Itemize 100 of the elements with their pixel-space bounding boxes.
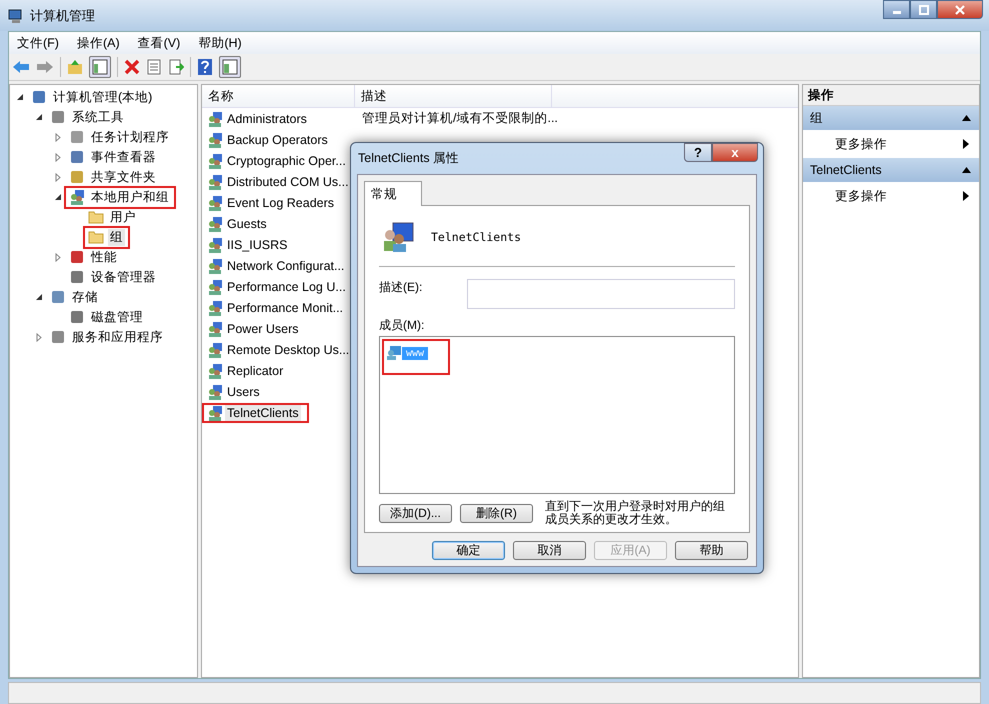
minimize-button[interactable] — [883, 0, 910, 19]
folder-icon — [88, 210, 104, 224]
group-icon — [207, 258, 223, 274]
group-icon — [207, 216, 223, 232]
expanded-icon[interactable] — [16, 93, 24, 101]
export-icon[interactable] — [168, 59, 184, 75]
properties-icon[interactable] — [146, 59, 162, 75]
group-description: 管理员对计算机/域有不受限制的... — [361, 110, 558, 127]
submenu-arrow-icon — [963, 191, 969, 201]
group-name: TelnetClients — [431, 230, 522, 244]
tree-item[interactable]: 服务和应用程序 — [70, 328, 165, 346]
group-name[interactable]: Cryptographic Oper... — [225, 152, 348, 168]
delete-icon[interactable] — [124, 59, 140, 75]
menu-item[interactable]: 操作(A) — [76, 34, 120, 52]
group-name[interactable]: Replicator — [225, 362, 286, 378]
group-name[interactable]: Administrators — [225, 110, 309, 126]
forward-arrow-icon[interactable] — [36, 59, 54, 75]
group-icon — [207, 236, 223, 252]
dialog-button[interactable]: 帮助 — [675, 541, 748, 560]
submenu-arrow-icon — [963, 139, 969, 149]
collapsed-icon[interactable] — [35, 332, 43, 342]
collapsed-icon[interactable] — [54, 152, 62, 162]
tree-item[interactable]: 性能 — [89, 248, 119, 266]
tree-item[interactable]: 磁盘管理 — [89, 308, 145, 326]
group-name[interactable]: Backup Operators — [225, 132, 330, 148]
group-icon — [381, 221, 415, 253]
dialog-title: TelnetClients 属性 — [358, 150, 460, 167]
tree-item[interactable]: 系统工具 — [70, 108, 126, 126]
tree-item[interactable]: 存储 — [70, 288, 100, 306]
group-name[interactable]: Performance Log U... — [225, 278, 348, 294]
tab[interactable]: 常规 — [364, 181, 422, 206]
group-icon — [207, 194, 223, 210]
members-label: 成员(M): — [379, 317, 426, 334]
minimize-icon — [892, 11, 900, 14]
tree-item[interactable]: 用户 — [108, 208, 138, 226]
action-section-header[interactable]: TelnetClients — [803, 158, 979, 182]
group-icon — [207, 320, 223, 336]
group-name[interactable]: TelnetClients — [225, 404, 301, 420]
menu-item[interactable]: 查看(V) — [138, 34, 180, 52]
tree-item[interactable]: 计算机管理(本地) — [51, 88, 154, 106]
description-label: 描述(E): — [379, 279, 422, 296]
group-icon — [207, 362, 223, 378]
expanded-icon[interactable] — [54, 193, 62, 201]
remove-button[interactable]: 删除(R) — [460, 504, 533, 522]
tree-item[interactable]: 设备管理器 — [89, 268, 158, 286]
group-icon — [207, 132, 223, 148]
action-item[interactable]: 更多操作 — [803, 182, 979, 210]
folder-icon — [88, 230, 104, 244]
group-icon — [207, 110, 223, 126]
dialog-button[interactable]: 取消 — [513, 541, 586, 560]
close-icon — [955, 4, 965, 14]
panel-icon[interactable] — [219, 56, 241, 78]
group-icon — [207, 404, 223, 420]
group-name[interactable]: IIS_IUSRS — [225, 236, 290, 252]
description-field[interactable] — [467, 279, 735, 309]
maximize-icon — [918, 4, 928, 14]
group-icon — [207, 152, 223, 168]
group-name[interactable]: Users — [225, 384, 262, 400]
group-name[interactable]: Guests — [225, 216, 269, 232]
group-icon — [207, 384, 223, 400]
tree-item[interactable]: 共享文件夹 — [89, 168, 158, 186]
maximize-button[interactable] — [910, 0, 937, 19]
group-icon — [207, 278, 223, 294]
close-button[interactable] — [937, 0, 983, 19]
collapse-icon — [962, 167, 971, 173]
action-section-header[interactable]: 组 — [803, 106, 979, 130]
collapsed-icon[interactable] — [54, 132, 62, 142]
expanded-icon[interactable] — [35, 113, 43, 121]
tree-item[interactable]: 事件查看器 — [89, 148, 158, 166]
group-icon — [207, 174, 223, 190]
group-name[interactable]: Network Configurat... — [225, 258, 346, 274]
back-arrow-icon[interactable] — [12, 59, 30, 75]
menu-item[interactable]: 文件(F) — [17, 34, 59, 52]
collapsed-icon[interactable] — [54, 172, 62, 182]
dialog-button[interactable]: 确定 — [432, 541, 505, 560]
column-header[interactable]: 名称 — [202, 85, 355, 107]
group-name[interactable]: Event Log Readers — [225, 194, 336, 210]
action-item[interactable]: 更多操作 — [803, 130, 979, 158]
group-name[interactable]: Power Users — [225, 320, 301, 336]
note-text: 直到下一次用户登录时对用户的组成员关系的更改才生效。 — [545, 500, 726, 526]
actions-title: 操作 — [803, 85, 979, 106]
collapsed-icon[interactable] — [54, 252, 62, 262]
group-icon — [207, 300, 223, 316]
panel-icon[interactable] — [89, 56, 111, 78]
add-button[interactable]: 添加(D)... — [379, 504, 452, 522]
group-name[interactable]: Remote Desktop Us... — [225, 342, 352, 358]
help-button[interactable]: ? — [684, 143, 712, 162]
group-name[interactable]: Performance Monit... — [225, 300, 346, 316]
column-header[interactable]: 描述 — [355, 85, 552, 107]
menu-item[interactable]: 帮助(H) — [198, 34, 242, 52]
group-name[interactable]: Distributed COM Us... — [225, 174, 351, 190]
user-icon — [386, 345, 402, 361]
tree-item[interactable]: 组 — [108, 228, 125, 246]
expanded-icon[interactable] — [35, 293, 43, 301]
window-title: 计算机管理 — [30, 6, 95, 24]
folder-up-icon[interactable] — [67, 59, 83, 75]
help-icon[interactable] — [197, 58, 213, 76]
tree-item[interactable]: 任务计划程序 — [89, 128, 171, 146]
collapse-icon — [962, 115, 971, 121]
users-icon — [69, 189, 85, 205]
